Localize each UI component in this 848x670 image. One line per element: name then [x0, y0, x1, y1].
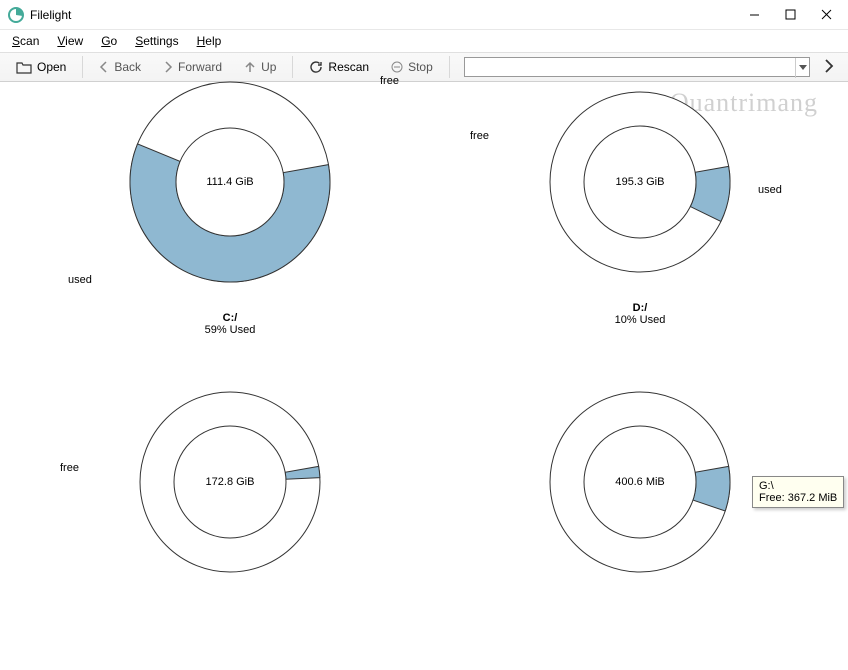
disk-caption-c: C:/59% Used — [170, 312, 290, 336]
content-area: Quantrimang 111.4 GiB freeusedC:/59% Use… — [0, 82, 848, 670]
disk-chart-c[interactable]: 111.4 GiB freeused — [100, 72, 360, 292]
app-icon — [8, 7, 24, 23]
window-title: Filelight — [30, 8, 71, 22]
stop-button-label: Stop — [408, 60, 433, 74]
stop-button[interactable]: Stop — [385, 57, 439, 77]
close-button[interactable] — [820, 9, 832, 21]
menu-settings[interactable]: Settings — [135, 34, 178, 48]
free-label: free — [470, 130, 489, 142]
chevron-right-icon — [824, 59, 834, 73]
go-button[interactable] — [820, 59, 838, 76]
free-label: free — [380, 75, 399, 87]
tooltip-title: G:\ — [759, 480, 774, 492]
svg-text:111.4 GiB: 111.4 GiB — [206, 176, 253, 188]
separator — [82, 56, 83, 78]
disk-caption-d: D:/10% Used — [580, 302, 700, 326]
window-controls — [748, 9, 840, 21]
disk-chart-d[interactable]: 195.3 GiB freeused — [510, 72, 770, 292]
address-dropdown-icon[interactable] — [795, 58, 809, 78]
menubar: Scan View Go Settings Help — [0, 30, 848, 52]
title-bar: Filelight — [0, 0, 848, 30]
stop-icon — [391, 61, 403, 73]
svg-text:172.8 GiB: 172.8 GiB — [206, 476, 255, 488]
maximize-button[interactable] — [784, 9, 796, 21]
free-label: free — [60, 462, 79, 474]
minimize-button[interactable] — [748, 9, 760, 21]
tooltip-value: Free: 367.2 MiB — [759, 492, 837, 504]
menu-go[interactable]: Go — [101, 34, 117, 48]
disk-chart-e[interactable]: 172.8 GiB free — [100, 372, 360, 592]
open-button[interactable]: Open — [10, 57, 72, 77]
svg-text:195.3 GiB: 195.3 GiB — [616, 176, 665, 188]
open-button-label: Open — [37, 60, 66, 74]
used-label: used — [68, 274, 92, 286]
menu-scan[interactable]: Scan — [12, 34, 39, 48]
tooltip: G:\ Free: 367.2 MiB — [752, 476, 844, 508]
used-label: used — [758, 184, 782, 196]
separator — [449, 56, 450, 78]
disk-chart-g[interactable]: 400.6 MiB — [510, 372, 770, 592]
menu-view[interactable]: View — [57, 34, 83, 48]
svg-text:400.6 MiB: 400.6 MiB — [615, 476, 665, 488]
menu-help[interactable]: Help — [197, 34, 222, 48]
folder-open-icon — [16, 60, 32, 74]
